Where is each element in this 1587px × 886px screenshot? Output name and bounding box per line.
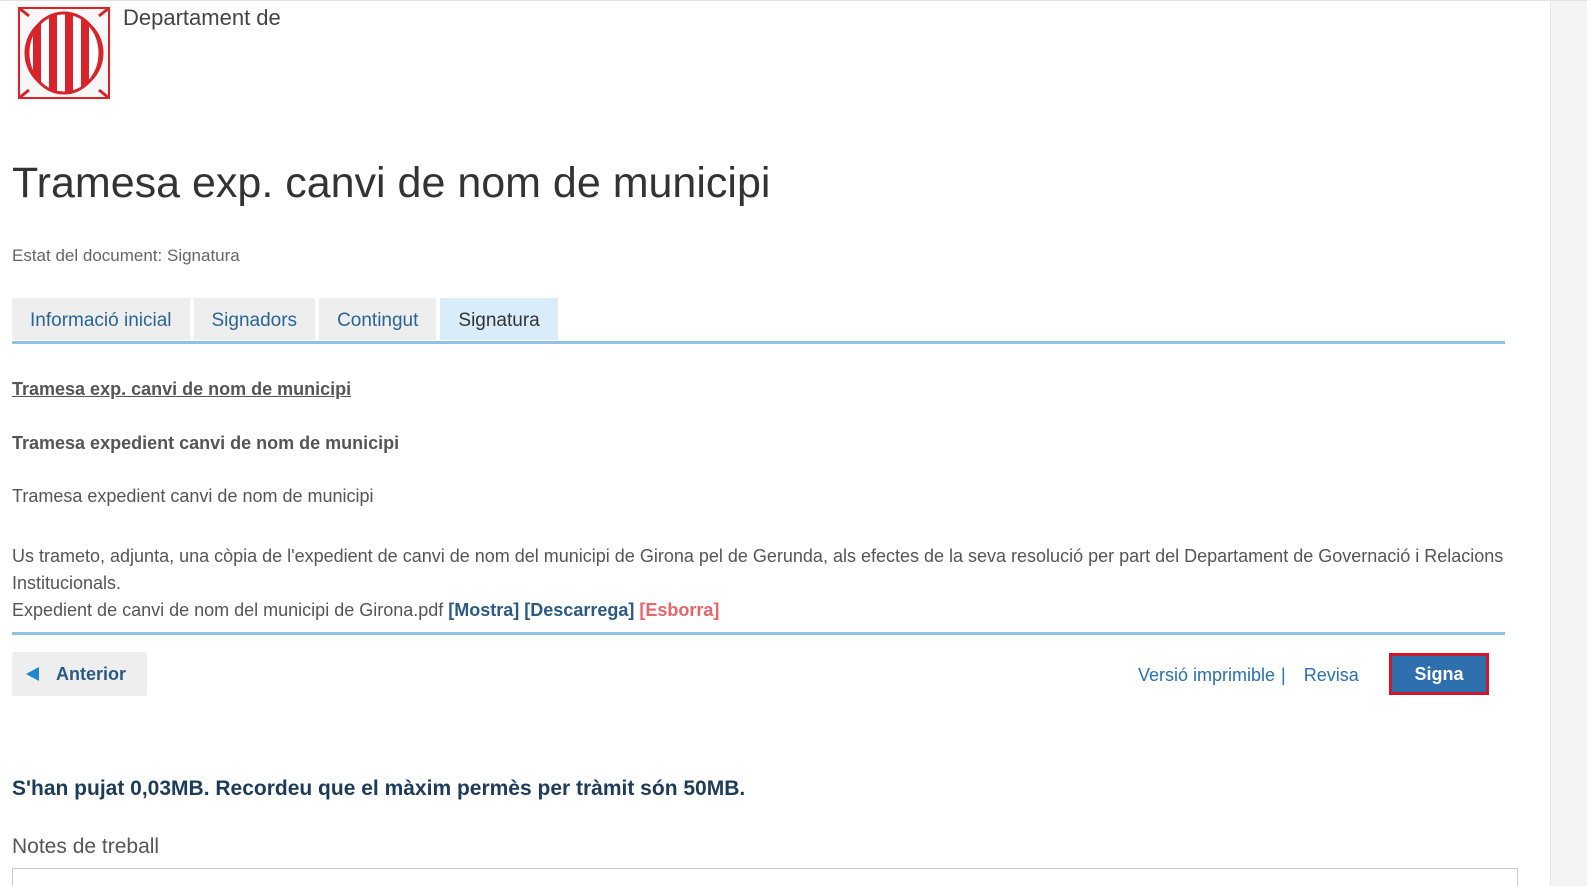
page: Departament de Tramesa exp. canvi de nom… [0,0,1587,886]
previous-button-label: Anterior [56,663,127,684]
tab-signadors[interactable]: Signadors [193,298,316,340]
work-notes-label: Notes de treball [12,835,160,858]
work-notes-input[interactable] [12,868,1518,886]
show-attachment-link[interactable]: [Mostra] [448,600,519,620]
department-name: Departament de [123,5,281,30]
arrow-left-icon [26,667,39,681]
tab-signatura[interactable]: Signatura [440,298,558,340]
document-subtitle: Tramesa expedient canvi de nom de munici… [12,433,400,453]
review-link[interactable]: Revisa [1304,665,1359,685]
footer-links: Versió imprimible | Revisa [1138,665,1359,686]
page-title: Tramesa exp. canvi de nom de municipi [12,159,771,207]
download-attachment-link[interactable]: [Descarrega] [524,600,634,620]
previous-button[interactable]: Anterior [12,652,147,696]
delete-attachment-link[interactable]: [Esborra] [639,600,719,620]
document-body: Us trameto, adjunta, una còpia de l'expe… [12,546,1504,593]
upload-size-note: S'han pujat 0,03MB. Recordeu que el màxi… [12,777,746,800]
tab-informacio-inicial[interactable]: Informació inicial [12,298,190,340]
divider-top [12,341,1505,344]
sign-button[interactable]: Signa [1389,653,1489,695]
generalitat-seal-icon [18,6,110,100]
document-title-link[interactable]: Tramesa exp. canvi de nom de municipi [12,379,351,400]
tab-contingut[interactable]: Contingut [319,298,437,340]
tab-bar: Informació inicial Signadors Contingut S… [12,298,558,340]
scrollbar-track[interactable] [1550,1,1587,886]
printable-version-link[interactable]: Versió imprimible [1138,665,1275,685]
attachment-filename: Expedient de canvi de nom del municipi d… [12,600,444,620]
document-status: Estat del document: Signatura [12,246,240,265]
link-separator: | [1281,665,1286,685]
generalitat-logo [16,5,112,101]
divider-bottom [12,632,1505,635]
document-description: Tramesa expedient canvi de nom de munici… [12,486,374,506]
attachment-row: Expedient de canvi de nom del municipi d… [12,600,719,621]
